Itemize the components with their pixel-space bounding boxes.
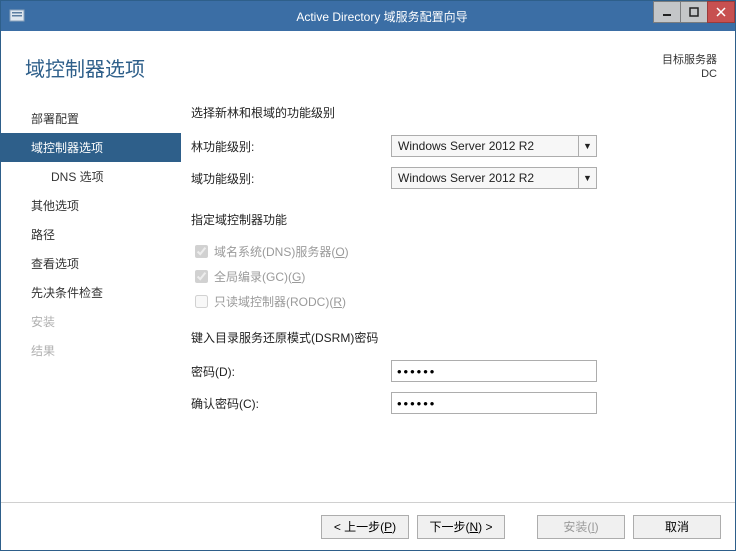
window-title: Active Directory 域服务配置向导	[29, 8, 735, 25]
password-input[interactable]	[391, 360, 597, 382]
sidebar-item-review[interactable]: 查看选项	[1, 249, 181, 278]
gc-checkbox	[195, 270, 208, 283]
section-dc-caps: 指定域控制器功能	[191, 211, 717, 228]
maximize-button[interactable]	[680, 1, 708, 23]
domain-level-dropdown[interactable]: Windows Server 2012 R2 ▼	[391, 167, 597, 189]
chevron-down-icon: ▼	[578, 168, 596, 188]
page-title: 域控制器选项	[25, 53, 662, 82]
window-buttons	[654, 1, 735, 23]
footer-bar: < 上一步(P) 下一步(N) > 安装(I) 取消	[1, 502, 735, 550]
sidebar: 部署配置 域控制器选项 DNS 选项 其他选项 路径 查看选项 先决条件检查 安…	[1, 86, 181, 502]
content-pane: 选择新林和根域的功能级别 林功能级别: Windows Server 2012 …	[181, 86, 735, 502]
section-dsrm: 键入目录服务还原模式(DSRM)密码	[191, 329, 717, 346]
body-row: 部署配置 域控制器选项 DNS 选项 其他选项 路径 查看选项 先决条件检查 安…	[1, 86, 735, 502]
rodc-checkbox	[195, 295, 208, 308]
forest-level-value: Windows Server 2012 R2	[398, 139, 534, 153]
target-server: 目标服务器 DC	[662, 53, 717, 81]
sidebar-item-deploy-config[interactable]: 部署配置	[1, 104, 181, 133]
password-label: 密码(D):	[191, 363, 391, 380]
header-row: 域控制器选项 目标服务器 DC	[1, 31, 735, 86]
sidebar-item-results: 结果	[1, 336, 181, 365]
chevron-down-icon: ▼	[578, 136, 596, 156]
sidebar-item-install: 安装	[1, 307, 181, 336]
sidebar-item-dns-options[interactable]: DNS 选项	[1, 162, 181, 191]
sidebar-item-prereq[interactable]: 先决条件检查	[1, 278, 181, 307]
dns-checkbox	[195, 245, 208, 258]
rodc-checkbox-label: 只读域控制器(RODC)(R)	[214, 293, 346, 310]
minimize-button[interactable]	[653, 1, 681, 23]
domain-level-value: Windows Server 2012 R2	[398, 171, 534, 185]
close-button[interactable]	[707, 1, 735, 23]
forest-level-dropdown[interactable]: Windows Server 2012 R2 ▼	[391, 135, 597, 157]
confirm-password-label: 确认密码(C):	[191, 395, 391, 412]
domain-level-label: 域功能级别:	[191, 170, 391, 187]
install-button: 安装(I)	[537, 515, 625, 539]
section-func-levels: 选择新林和根域的功能级别	[191, 104, 717, 121]
cancel-button[interactable]: 取消	[633, 515, 721, 539]
app-icon	[5, 4, 29, 28]
target-label: 目标服务器	[662, 53, 717, 67]
target-value: DC	[662, 67, 717, 81]
title-bar[interactable]: Active Directory 域服务配置向导	[1, 1, 735, 31]
dns-checkbox-label: 域名系统(DNS)服务器(O)	[214, 243, 349, 260]
next-button[interactable]: 下一步(N) >	[417, 515, 505, 539]
confirm-password-input[interactable]	[391, 392, 597, 414]
forest-level-label: 林功能级别:	[191, 138, 391, 155]
sidebar-item-dc-options[interactable]: 域控制器选项	[1, 133, 181, 162]
wizard-window: Active Directory 域服务配置向导 域控制器选项 目标服务器 DC…	[0, 0, 736, 551]
sidebar-item-additional[interactable]: 其他选项	[1, 191, 181, 220]
gc-checkbox-label: 全局编录(GC)(G)	[214, 268, 305, 285]
previous-button[interactable]: < 上一步(P)	[321, 515, 409, 539]
sidebar-item-paths[interactable]: 路径	[1, 220, 181, 249]
